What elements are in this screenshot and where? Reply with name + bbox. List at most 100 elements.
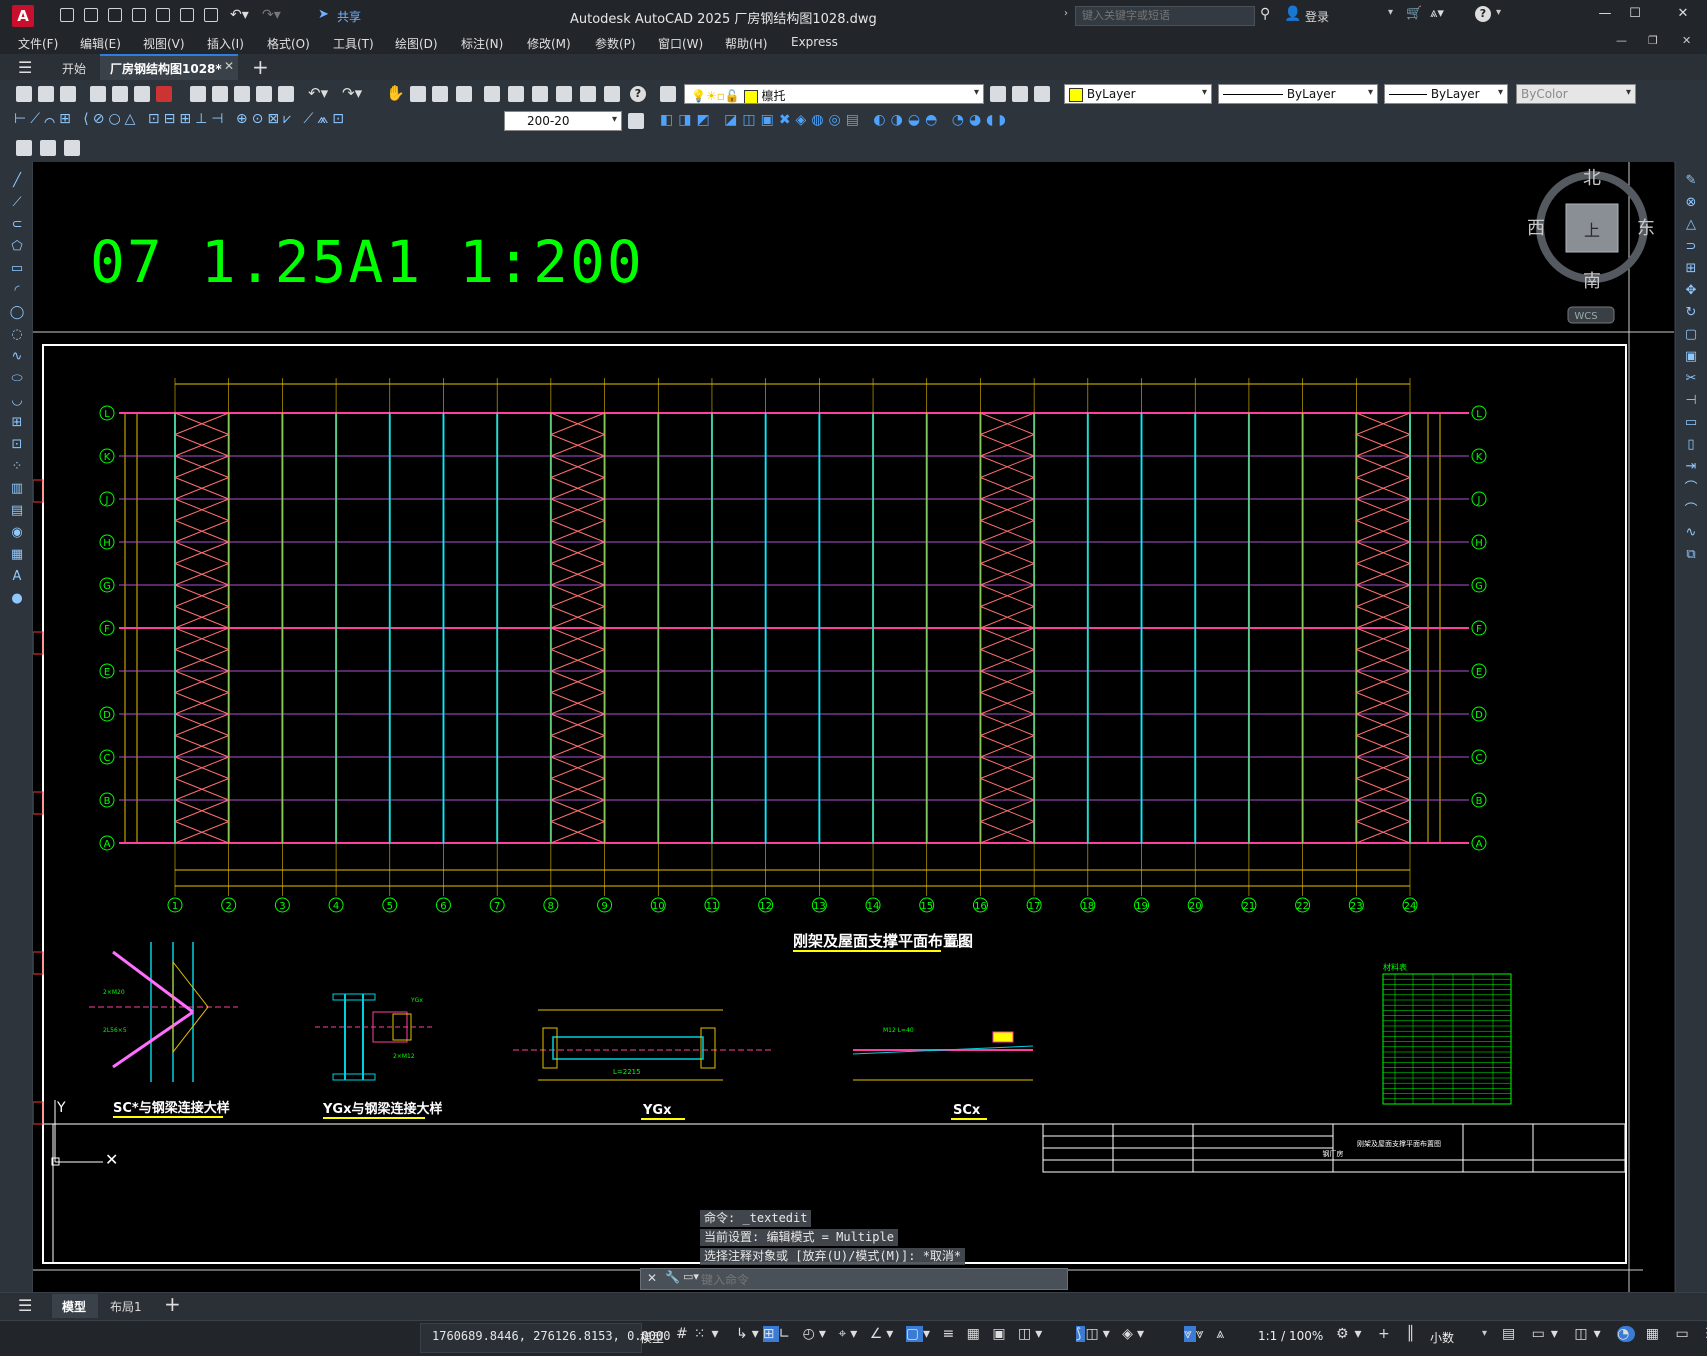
dimstyle-manager-icon[interactable] [628,113,644,129]
calculator-icon[interactable] [604,86,620,102]
menu-express[interactable]: Express [791,35,838,49]
snap-tools-icons[interactable]: ↳▾⊞∟ ◴▾ ⌖▾ ∠▾ ▢▾ ≡ ▦ ▣ ◫▾ [736,1326,1046,1342]
menu-help[interactable]: 帮助(H) [725,35,767,52]
tab-layout1[interactable]: 布局1 [110,1298,142,1315]
redo-icon[interactable]: ↷▾ [262,7,281,23]
viewcube-south[interactable]: 南 [1583,271,1601,292]
viewcube-north[interactable]: 北 [1583,168,1601,189]
dimension-tools-icons[interactable]: ⊢⟋⌒⊞ ⟨⊘○△ ⊡⊟⊞⊥⊣ ⊕⊙⊠⩗ ⟋⩕⊡ [14,111,348,127]
units-dropdown-icon[interactable]: ▾ [1482,1328,1487,1339]
menu-insert[interactable]: 插入(I) [207,35,244,52]
open-web-icon[interactable] [156,8,170,22]
pan-icon[interactable]: ✋ [386,84,405,102]
layout-menu-icon[interactable]: ☰ [18,1296,32,1315]
tab-close-icon[interactable]: ✕ [224,59,234,73]
properties-icon[interactable] [484,86,500,102]
share-button[interactable]: 共享 [337,8,361,25]
design-center-icon[interactable] [508,86,524,102]
annotation-scale[interactable]: 1:1 / 100% [1258,1329,1323,1343]
menu-parametric[interactable]: 参数(P) [595,35,636,52]
3d-print-icon[interactable] [156,86,172,102]
search-icon[interactable]: ⚲ [1260,6,1270,22]
menu-view[interactable]: 视图(V) [143,35,185,52]
close-window-button[interactable]: ✕ [1668,6,1698,26]
workspace-tools-icons[interactable]: ⚙▾ + ║ [1336,1326,1421,1342]
save-web-icon[interactable] [180,8,194,22]
viewcube-west[interactable]: 西 [1527,218,1545,239]
help-toolbar-icon[interactable]: ? [630,86,646,102]
zoom-window-icon[interactable] [432,86,448,102]
sheet-set-icon[interactable] [556,86,572,102]
linetype-dropdown[interactable]: ByLayer ▾ [1218,84,1378,104]
dimstyle-dropdown[interactable]: 200-20 ▾ [504,111,622,131]
menu-window[interactable]: 窗口(W) [658,35,703,52]
command-recent-icon[interactable]: ▭▾ [683,1270,699,1283]
markup-icon[interactable] [580,86,596,102]
doc-restore-button[interactable]: ❐ [1648,34,1658,47]
menu-edit[interactable]: 编辑(E) [80,35,121,52]
tool-palettes-icon[interactable] [532,86,548,102]
save-toolbar-icon[interactable] [60,86,76,102]
plot-icon[interactable] [90,86,106,102]
draw-tools-column-icon[interactable]: ╱ ⟋ ⊂ ⬠ ▭ ◜ ◯ ◌ ∿ ⬭ ◡ ⊞ ⊡ ⁘ ▥ ▤ ◉ ▦ A ● [8,170,26,610]
layer-dropdown[interactable]: 💡☀▫🔓 檩托 ▾ [684,84,984,104]
layer-states-icon[interactable] [1034,86,1050,102]
render-icon[interactable] [40,140,56,156]
menu-format[interactable]: 格式(O) [267,35,310,52]
login-button[interactable]: 登录 [1305,8,1329,25]
search-expand-icon[interactable]: › [1064,8,1068,19]
hamburger-menu-icon[interactable]: ☰ [18,58,32,77]
menu-dimension[interactable]: 标注(N) [461,35,503,52]
sheet-icon[interactable] [16,140,32,156]
layers-stack-icon[interactable] [64,140,80,156]
new-file-icon[interactable] [60,8,74,22]
menu-modify[interactable]: 修改(M) [527,35,571,52]
modify-tools-icons[interactable]: ◧◨◩ ◪◫▣✖◈◍◎▤ ◐◑◒◓ ◔◕◖◗ [660,112,1011,128]
help-icon[interactable]: ? [1475,6,1491,22]
maximize-button[interactable]: ☐ [1620,6,1650,26]
cart-icon[interactable]: 🛒 [1406,6,1422,21]
help-dropdown-icon[interactable]: ▾ [1496,7,1501,18]
redo-toolbar-icon[interactable]: ↷▾ [342,84,362,102]
undo-toolbar-icon[interactable]: ↶▾ [308,84,328,102]
undo-icon[interactable]: ↶▾ [230,7,249,23]
search-input[interactable] [1075,6,1255,26]
save-as-icon[interactable] [132,8,146,22]
layer-properties-icon[interactable] [660,86,676,102]
autocad-logo-icon[interactable]: A [12,5,34,27]
autodesk-account-icon[interactable]: ⩓▾ [1430,6,1444,21]
save-icon[interactable] [108,8,122,22]
menu-draw[interactable]: 绘图(D) [395,35,438,52]
cut-icon[interactable] [190,86,206,102]
units-value[interactable]: 小数 [1430,1329,1454,1346]
drafting-aids-icons[interactable]: #⁙▾ [676,1326,725,1342]
model-space-button[interactable]: 模型 [640,1329,664,1346]
new-tab-button[interactable]: + [252,55,269,79]
print-icon[interactable] [204,8,218,22]
login-dropdown-icon[interactable]: ▾ [1388,7,1393,18]
transparency-tools-icons[interactable]: ⟆◫▾ ◈▾ [1076,1326,1148,1342]
menu-tools[interactable]: 工具(T) [333,35,374,52]
menu-file[interactable]: 文件(F) [18,35,58,52]
publish-icon[interactable] [134,86,150,102]
doc-close-button[interactable]: ✕ [1682,34,1691,47]
qnew-icon[interactable] [16,86,32,102]
coordinate-readout[interactable]: 1760689.8446, 276126.8153, 0.0000 [432,1329,670,1343]
make-current-layer-icon[interactable] [990,86,1006,102]
layer-previous-icon[interactable] [1012,86,1028,102]
modify-tools-column-icon[interactable]: ✎ ⊗ △ ⊃ ⊞ ✥ ↻ ▢ ▣ ✂ ⊣ ▭ ▯ ⇥ ⌒ ⌒ ∿ ⧉ [1682,170,1700,566]
drawing-canvas[interactable]: 07 1.25A1 1:200 上 北 南 东 西 WCS L L K K J J H H G G… [33,162,1674,1292]
status-right-icons[interactable]: ▤ ▭▾ ◫▾ ◔ ▦ ▭ ☰ [1502,1326,1707,1342]
command-close-icon[interactable]: ✕ [647,1271,657,1285]
add-layout-button[interactable]: + [164,1292,181,1316]
open-icon[interactable] [38,86,54,102]
minimize-button[interactable]: — [1590,6,1620,26]
annotation-tools-icons[interactable]: ⩔⩔ ⩓ [1184,1326,1228,1342]
lineweight-dropdown[interactable]: ByLayer ▾ [1384,84,1508,104]
copy-icon[interactable] [212,86,228,102]
zoom-realtime-icon[interactable] [410,86,426,102]
zoom-previous-icon[interactable] [456,86,472,102]
plot-preview-icon[interactable] [112,86,128,102]
color-dropdown[interactable]: ByLayer ▾ [1064,84,1212,104]
match-properties-icon[interactable] [256,86,272,102]
